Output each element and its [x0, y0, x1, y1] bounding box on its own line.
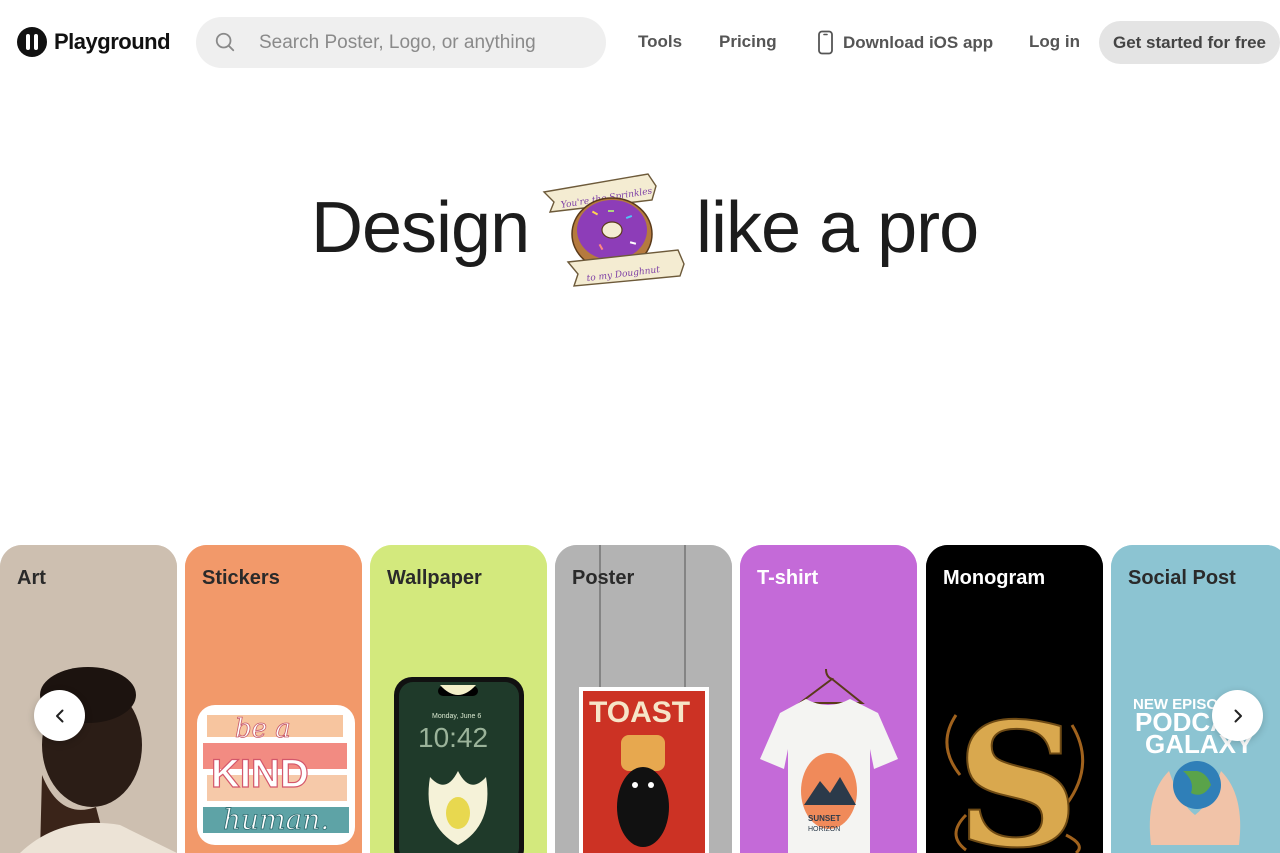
category-carousel: Art be a KIND human. Stickers Monday, Ju… [0, 545, 1280, 853]
category-card-monogram[interactable]: S Monogram [926, 545, 1103, 853]
nav-tools-link[interactable]: Tools [638, 32, 682, 52]
category-label: Social Post [1128, 567, 1236, 589]
search-input[interactable]: Search Poster, Logo, or anything [259, 32, 536, 54]
category-card-stickers[interactable]: be a KIND human. Stickers [185, 545, 362, 853]
download-ios-app-link[interactable]: Download iOS app [817, 30, 993, 55]
login-link[interactable]: Log in [1029, 32, 1080, 52]
category-card-wallpaper[interactable]: Monday, June 6 10:42 Wallpaper [370, 545, 547, 853]
doughnut-sticker-image: You're the Sprinkles to my Doughnut [542, 173, 685, 287]
category-card-art[interactable]: Art [0, 545, 177, 853]
toast-poster-image: TOAST [555, 545, 732, 853]
top-navigation: Playground Search Poster, Logo, or anyth… [0, 0, 1280, 86]
category-label: T-shirt [757, 567, 819, 589]
search-bar[interactable]: Search Poster, Logo, or anything [196, 17, 606, 68]
svg-text:be a: be a [235, 714, 291, 744]
svg-text:10:42: 10:42 [418, 722, 488, 753]
carousel-prev-button[interactable] [34, 690, 85, 741]
category-label: Wallpaper [387, 567, 482, 589]
tshirt-mockup-image: SUNSET HORIZON [740, 545, 917, 853]
playground-logo[interactable]: Playground [17, 27, 171, 57]
search-icon [215, 32, 235, 52]
category-label: Poster [572, 567, 635, 589]
hero-title-like-a-pro: like a pro [696, 188, 979, 268]
category-card-tshirt[interactable]: SUNSET HORIZON T-shirt [740, 545, 917, 853]
svg-text:KIND: KIND [211, 752, 309, 796]
download-ios-app-label: Download iOS app [843, 32, 994, 52]
svg-text:S: S [956, 686, 1079, 853]
svg-text:TOAST: TOAST [589, 696, 690, 729]
chevron-right-icon [1234, 709, 1242, 722]
category-card-poster[interactable]: TOAST Poster [555, 545, 732, 853]
svg-text:HORIZON: HORIZON [808, 826, 840, 833]
monogram-s-image: S [926, 545, 1103, 853]
svg-text:human.: human. [223, 803, 329, 836]
kind-human-sticker-image: be a KIND human. [185, 545, 362, 853]
smartphone-icon [818, 30, 833, 55]
nav-pricing-link[interactable]: Pricing [719, 32, 777, 52]
svg-text:SUNSET: SUNSET [808, 814, 841, 823]
category-label: Monogram [943, 567, 1046, 589]
category-label: Art [17, 567, 46, 589]
playground-logo-icon [17, 27, 47, 57]
get-started-button[interactable]: Get started for free [1099, 21, 1280, 64]
carousel-next-button[interactable] [1212, 690, 1263, 741]
phone-wallpaper-image: Monday, June 6 10:42 [370, 545, 547, 853]
category-label: Stickers [202, 567, 280, 589]
hero-title-design: Design [311, 188, 530, 268]
brand-name: Playground [54, 29, 171, 54]
art-portrait-image [0, 545, 177, 853]
chevron-left-icon [55, 709, 63, 722]
svg-text:Monday, June 6: Monday, June 6 [432, 713, 481, 720]
